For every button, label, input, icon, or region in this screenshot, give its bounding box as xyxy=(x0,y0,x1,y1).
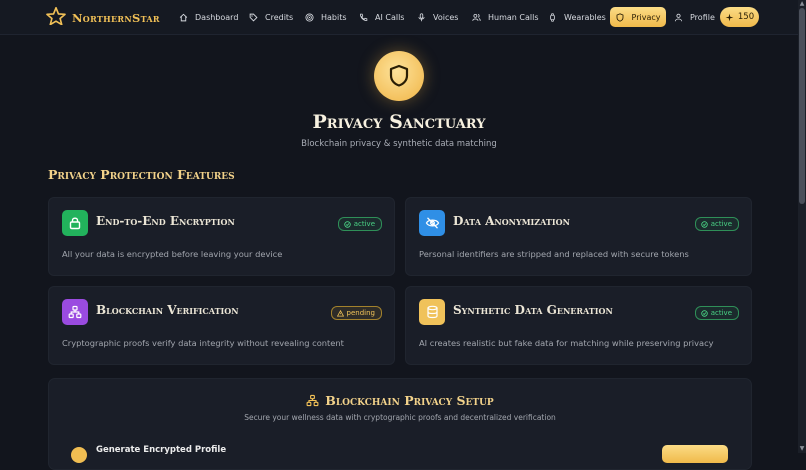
nav-label: Voices xyxy=(433,12,459,22)
database-icon xyxy=(419,299,445,325)
target-icon xyxy=(305,12,314,22)
setup-title: Blockchain Privacy Setup xyxy=(325,393,494,408)
generate-profile-button[interactable] xyxy=(662,445,728,463)
nav-label: AI Calls xyxy=(375,12,405,22)
feature-card-encryption: End-to-End Encryption active All your da… xyxy=(48,197,395,276)
blockchain-setup-panel: Blockchain Privacy Setup Secure your wel… xyxy=(48,378,752,470)
card-description: Cryptographic proofs verify data integri… xyxy=(62,338,344,348)
network-icon xyxy=(62,299,88,325)
step-indicator xyxy=(71,447,87,463)
sparkle-icon xyxy=(725,13,734,21)
feature-card-anonymization: Data Anonymization active Personal ident… xyxy=(405,197,752,276)
feature-card-blockchain: Blockchain Verification pending Cryptogr… xyxy=(48,286,395,365)
step-label: Generate Encrypted Profile xyxy=(96,445,227,455)
page-subtitle: Blockchain privacy & synthetic data matc… xyxy=(301,139,497,149)
nav-wearables[interactable]: Wearables xyxy=(548,8,606,26)
scrollbar-thumb[interactable] xyxy=(799,8,805,204)
card-description: All your data is encrypted before leavin… xyxy=(62,249,283,259)
phone-icon xyxy=(360,13,368,21)
setup-title-row: Blockchain Privacy Setup xyxy=(49,393,751,408)
scroll-up-arrow[interactable]: ▲ xyxy=(799,1,805,7)
card-description: Personal identifiers are stripped and re… xyxy=(419,249,689,259)
section-title: Privacy Protection Features xyxy=(48,167,235,182)
network-icon xyxy=(306,394,319,407)
credits-count: 150 xyxy=(737,12,755,22)
nav-human-calls[interactable]: Human Calls xyxy=(472,8,539,26)
setup-subtitle: Secure your wellness data with cryptogra… xyxy=(244,413,556,422)
card-description: AI creates realistic but fake data for m… xyxy=(419,338,714,348)
home-icon xyxy=(179,13,188,21)
mic-icon xyxy=(418,12,425,21)
nav-label: Profile xyxy=(690,12,715,22)
nav-profile[interactable]: Profile xyxy=(674,8,715,26)
star-icon xyxy=(46,7,66,29)
nav-privacy[interactable]: Privacy xyxy=(610,7,666,27)
nav-habits[interactable]: Habits xyxy=(305,8,347,26)
shield-icon xyxy=(616,12,623,22)
tag-icon xyxy=(249,13,258,22)
nav-credits[interactable]: Credits xyxy=(249,8,293,26)
lock-icon xyxy=(62,210,88,236)
card-title: Data Anonymization xyxy=(453,214,570,228)
nav-label: Habits xyxy=(321,12,347,22)
users-icon xyxy=(472,13,481,21)
card-title: Blockchain Verification xyxy=(96,303,239,317)
credits-balance[interactable]: 150 xyxy=(720,7,759,27)
shield-icon xyxy=(389,64,409,87)
nav-label: Privacy xyxy=(631,12,661,22)
card-title: End-to-End Encryption xyxy=(96,214,235,228)
check-circle-icon xyxy=(700,309,708,317)
scroll-down-arrow[interactable]: ▼ xyxy=(799,446,805,452)
user-icon xyxy=(674,13,683,21)
nav-label: Wearables xyxy=(564,12,606,22)
status-badge: active xyxy=(694,306,739,320)
watch-icon xyxy=(550,12,555,22)
nav-label: Dashboard xyxy=(195,12,239,22)
brand-name: NorthernStar xyxy=(72,11,160,25)
brand-logo[interactable]: NorthernStar xyxy=(46,7,160,29)
check-circle-icon xyxy=(700,220,708,228)
status-badge: active xyxy=(337,217,382,231)
nav-ai-calls[interactable]: AI Calls xyxy=(359,8,404,26)
status-badge: pending xyxy=(330,306,382,320)
feature-card-synthetic: Synthetic Data Generation active AI crea… xyxy=(405,286,752,365)
warning-icon xyxy=(336,309,344,317)
top-navbar: NorthernStar Dashboard Credits Habits AI… xyxy=(0,0,806,35)
nav-voices[interactable]: Voices xyxy=(417,8,458,26)
check-circle-icon xyxy=(343,220,351,228)
eye-off-icon xyxy=(419,210,445,236)
nav-label: Human Calls xyxy=(488,12,539,22)
privacy-shield-badge xyxy=(374,51,424,101)
page-title: Privacy Sanctuary xyxy=(312,111,486,133)
status-badge: active xyxy=(694,217,739,231)
nav-dashboard[interactable]: Dashboard xyxy=(179,8,238,26)
nav-label: Credits xyxy=(265,12,294,22)
card-title: Synthetic Data Generation xyxy=(453,303,613,317)
